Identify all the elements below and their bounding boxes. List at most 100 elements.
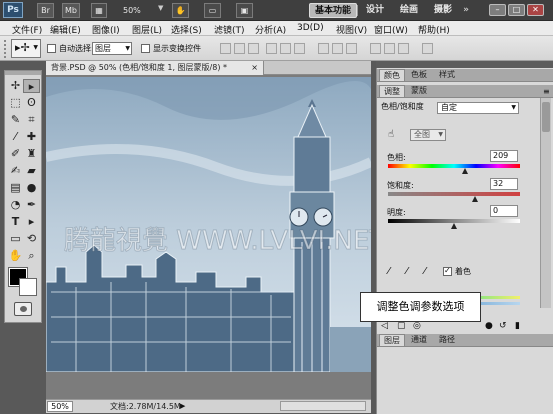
- show-transform-checkbox[interactable]: [141, 44, 150, 53]
- lasso-tool-icon[interactable]: ʘ: [23, 96, 40, 110]
- workspace-design-button[interactable]: 设计: [364, 3, 386, 18]
- zoom-field[interactable]: 50%: [47, 401, 73, 412]
- align-left-icon[interactable]: [266, 43, 277, 54]
- tab-masks[interactable]: 蒙版: [407, 85, 431, 97]
- saturation-slider-thumb[interactable]: [472, 196, 479, 202]
- workspace-photography-button[interactable]: 摄影: [432, 3, 454, 18]
- reset-icon[interactable]: ↺: [499, 321, 507, 331]
- history-brush-tool-icon[interactable]: ✍: [7, 164, 24, 178]
- eyedropper-plus-icon[interactable]: ⁄: [406, 266, 408, 277]
- auto-select-checkbox[interactable]: [47, 44, 56, 53]
- clip-to-layer-icon[interactable]: ◎: [413, 321, 421, 331]
- hue-slider-track[interactable]: [388, 164, 520, 168]
- quick-mask-button[interactable]: [14, 302, 32, 316]
- background-color-swatch[interactable]: [19, 278, 37, 296]
- eraser-tool-icon[interactable]: ▰: [23, 164, 40, 178]
- hand-tool-icon[interactable]: ✋: [7, 249, 24, 263]
- workspace-painting-button[interactable]: 绘画: [398, 3, 420, 18]
- hand-adjust-icon[interactable]: ☝: [388, 129, 394, 140]
- path-selection-tool-icon[interactable]: ▸: [23, 215, 40, 229]
- menu-3d[interactable]: 3D(D): [297, 23, 324, 33]
- menu-help[interactable]: 帮助(H): [418, 23, 450, 36]
- tab-paths[interactable]: 路径: [435, 334, 459, 346]
- distribute-left-icon[interactable]: [370, 43, 381, 54]
- menu-edit[interactable]: 编辑(E): [50, 23, 81, 36]
- arrange-documents-icon[interactable]: ▭: [204, 3, 221, 18]
- adjustments-scrollbar[interactable]: [540, 98, 551, 308]
- workspace-more-icon[interactable]: »: [461, 3, 471, 18]
- align-bottom-icon[interactable]: [248, 43, 259, 54]
- minimize-button[interactable]: –: [489, 4, 506, 16]
- crop-tool-icon[interactable]: ⌗: [23, 113, 40, 127]
- tab-styles[interactable]: 样式: [435, 69, 459, 81]
- menu-filter[interactable]: 滤镜(T): [214, 23, 245, 36]
- move-tool-icon[interactable]: ✢: [7, 79, 24, 93]
- shape-tool-icon[interactable]: ▭: [7, 232, 24, 246]
- eyedropper-tool-icon[interactable]: ⁄: [7, 130, 24, 144]
- distribute-right-icon[interactable]: [398, 43, 409, 54]
- mini-bridge-button[interactable]: Mb: [62, 3, 80, 18]
- delete-icon[interactable]: ▮: [515, 321, 520, 331]
- tab-adjustments[interactable]: 调整: [379, 85, 405, 97]
- image-canvas[interactable]: 腾龍視覺 WWW.LVLVI.NET: [46, 77, 371, 372]
- panel-menu-icon[interactable]: ≡: [543, 87, 550, 96]
- menu-select[interactable]: 选择(S): [171, 23, 202, 36]
- colorize-checkbox[interactable]: ✓: [443, 266, 452, 276]
- menu-view[interactable]: 视图(V): [336, 23, 367, 36]
- app-zoom-level[interactable]: 50%: [123, 4, 163, 17]
- align-top-icon[interactable]: [220, 43, 231, 54]
- chevron-down-icon[interactable]: ▼: [158, 4, 163, 12]
- 3d-rotate-tool-icon[interactable]: ⟲: [23, 232, 40, 246]
- clone-stamp-tool-icon[interactable]: ♜: [23, 147, 40, 161]
- menu-image[interactable]: 图像(I): [92, 23, 120, 36]
- workspace-essentials-button[interactable]: 基本功能: [309, 3, 357, 18]
- blur-tool-icon[interactable]: ●: [23, 181, 40, 195]
- dodge-tool-icon[interactable]: ◔: [7, 198, 24, 212]
- menu-analysis[interactable]: 分析(A): [255, 23, 286, 36]
- auto-align-icon[interactable]: [422, 43, 433, 54]
- hue-slider-thumb[interactable]: [461, 168, 468, 174]
- distribute-top-icon[interactable]: [318, 43, 329, 54]
- pen-tool-icon[interactable]: ✒: [23, 198, 40, 212]
- auto-select-target-dropdown[interactable]: 图层 ▼: [92, 42, 132, 55]
- distribute-bottom-icon[interactable]: [346, 43, 357, 54]
- tab-color[interactable]: 颜色: [379, 69, 405, 81]
- menu-file[interactable]: 文件(F): [12, 23, 42, 36]
- distribute-vcenter-icon[interactable]: [332, 43, 343, 54]
- view-extras-icon[interactable]: ▦: [91, 3, 107, 18]
- hue-input[interactable]: 209: [490, 150, 518, 162]
- bridge-button[interactable]: Br: [37, 3, 54, 18]
- channel-dropdown[interactable]: 全图 ▼: [410, 129, 446, 141]
- visibility-icon[interactable]: ●: [485, 321, 493, 331]
- lightness-slider-thumb[interactable]: [451, 223, 457, 229]
- horizontal-scrollbar[interactable]: [280, 401, 366, 411]
- menu-layer[interactable]: 图层(L): [132, 23, 162, 36]
- maximize-button[interactable]: □: [508, 4, 525, 16]
- quick-select-tool-icon[interactable]: ✎: [7, 113, 24, 127]
- saturation-input[interactable]: 32: [490, 178, 518, 190]
- tab-swatches[interactable]: 色板: [407, 69, 431, 81]
- marquee-tool-icon[interactable]: ⬚: [7, 96, 24, 110]
- back-icon[interactable]: ◁: [381, 321, 388, 331]
- zoom-tool-icon[interactable]: ⌕: [23, 249, 40, 263]
- align-vcenter-icon[interactable]: [234, 43, 245, 54]
- eyedropper-minus-icon[interactable]: ⁄: [424, 266, 426, 277]
- type-tool-icon[interactable]: T: [7, 215, 24, 229]
- saturation-slider-track[interactable]: [388, 192, 520, 196]
- hand-icon[interactable]: ✋: [172, 3, 189, 18]
- healing-brush-tool-icon[interactable]: ✚: [23, 130, 40, 144]
- screen-mode-icon[interactable]: ▣: [236, 3, 253, 18]
- tab-channels[interactable]: 通道: [407, 334, 431, 346]
- scroll-thumb[interactable]: [542, 102, 550, 132]
- align-hcenter-icon[interactable]: [280, 43, 291, 54]
- gradient-tool-icon[interactable]: ▤: [7, 181, 24, 195]
- expand-view-icon[interactable]: ▢: [397, 321, 406, 331]
- document-tab[interactable]: 背景.PSD @ 50% (色相/饱和度 1, 图层蒙版/8) * ×: [46, 61, 264, 75]
- move-tool-active-icon[interactable]: ▸: [23, 79, 40, 93]
- grip-handle[interactable]: [4, 40, 8, 58]
- document-info[interactable]: 文档:2.78M/14.5M: [110, 401, 181, 412]
- close-icon[interactable]: ×: [251, 61, 258, 75]
- distribute-hcenter-icon[interactable]: [384, 43, 395, 54]
- lightness-input[interactable]: 0: [490, 205, 518, 217]
- tab-layers[interactable]: 图层: [379, 334, 405, 346]
